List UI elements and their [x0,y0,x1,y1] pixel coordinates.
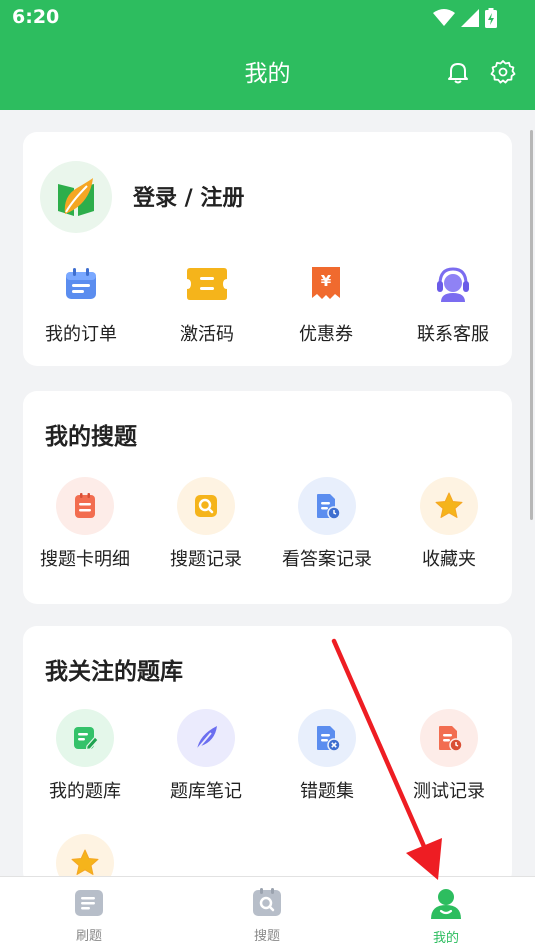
bell-icon[interactable] [445,59,471,85]
login-register-link[interactable]: 登录 / 注册 [133,180,244,212]
headset-icon [437,267,469,302]
test-record-icon-wrap [420,709,478,767]
test-record-icon [439,726,463,752]
item-label: 我的题库 [49,781,121,802]
coupon-button[interactable]: ¥ 优惠券 [265,262,387,346]
item-label: 看答案记录 [282,549,372,570]
profile-card: 登录 / 注册 我的订单 激活码 ¥ 优惠券 联系客服 [23,132,512,366]
wrong-set-icon-wrap [298,709,356,767]
star-icon-wrap [420,477,478,535]
tab-label: 刷题 [75,929,102,944]
status-time: 6:20 [12,6,60,28]
item-label: 错题集 [300,781,354,802]
my-orders-button[interactable]: 我的订单 [20,262,142,346]
answer-record-icon-wrap [298,477,356,535]
svg-text:¥: ¥ [321,272,332,290]
wifi-icon [433,9,455,26]
action-label: 优惠券 [299,324,353,345]
tab-profile[interactable]: 我的 [396,887,496,946]
tab-label: 搜题 [253,929,280,944]
calendar-order-icon-wrap [59,262,103,306]
gear-icon[interactable] [490,59,516,85]
wrong-question-set-button[interactable]: 错题集 [266,709,388,803]
wrong-set-icon [317,726,341,752]
edit-bank-icon [74,727,99,751]
tab-search[interactable]: 搜题 [217,887,317,944]
calendar-order-icon [66,268,96,299]
customer-service-button[interactable]: 联系客服 [392,262,514,346]
feather-icon-wrap [177,709,235,767]
cell-signal-icon [461,9,479,27]
bottom-nav: 刷题 搜题 我的 [0,876,535,951]
ticket-code-icon [187,268,227,300]
tab-practice[interactable]: 刷题 [39,887,139,944]
favorites-button[interactable]: 收藏夹 [388,477,510,571]
my-search-card: 我的搜题 搜题卡明细 搜题记录 看答案记录 收藏夹 [23,391,512,604]
item-label: 搜题卡明细 [40,549,130,570]
action-label: 我的订单 [45,324,117,345]
headset-icon-wrap [431,262,475,306]
search-tab-icon [253,888,281,916]
practice-icon [75,890,103,916]
avatar[interactable] [40,161,112,233]
search-record-button[interactable]: 搜题记录 [145,477,267,571]
section-title: 我关注的题库 [45,659,183,685]
item-label: 收藏夹 [422,549,476,570]
yen-coupon-icon: ¥ [312,267,340,299]
action-label: 激活码 [180,324,234,345]
card-detail-icon [75,493,95,518]
tab-label: 我的 [432,931,459,946]
answer-record-button[interactable]: 看答案记录 [266,477,388,571]
item-label: 测试记录 [413,781,485,802]
activation-code-button[interactable]: 激活码 [146,262,268,346]
answer-record-icon [317,494,341,520]
feather-icon [194,726,217,753]
my-question-bank-button[interactable]: 我的题库 [24,709,146,803]
action-label: 联系客服 [417,324,489,345]
status-icons [433,8,497,28]
star-icon [71,849,99,875]
item-label: 搜题记录 [170,549,242,570]
card-detail-icon-wrap [56,477,114,535]
ticket-code-icon-wrap [185,262,229,306]
section-title: 我的搜题 [45,424,137,450]
edit-bank-icon-wrap [56,709,114,767]
bank-notes-button[interactable]: 题库笔记 [145,709,267,803]
status-bar: 6:20 [0,0,535,36]
yen-coupon-icon-wrap: ¥ [304,262,348,306]
followed-bank-card: 我关注的题库 我的题库 题库笔记 错题集 测试记录 [23,626,512,892]
item-label: 题库笔记 [170,781,242,802]
profile-icon [431,889,461,919]
scrollbar[interactable] [530,130,533,520]
search-card-detail-button[interactable]: 搜题卡明细 [24,477,146,571]
battery-icon [485,8,497,28]
search-record-icon-wrap [177,477,235,535]
search-record-icon [195,495,217,517]
star-icon [435,492,463,518]
app-logo-icon [58,178,94,216]
test-record-button[interactable]: 测试记录 [388,709,510,803]
